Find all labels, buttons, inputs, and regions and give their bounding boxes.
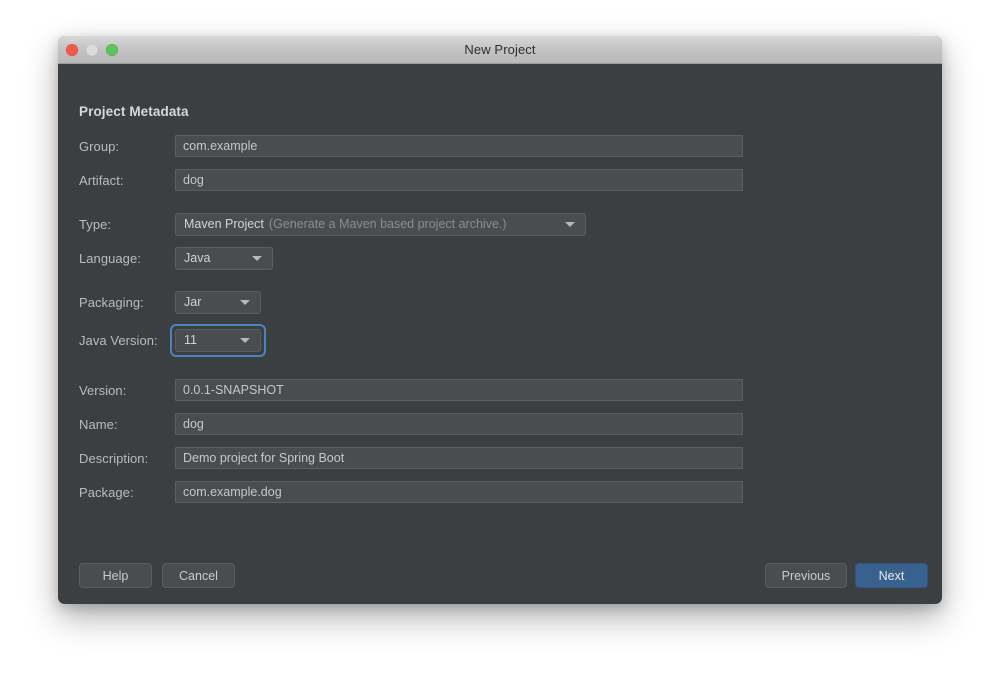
help-button[interactable]: Help <box>79 563 152 588</box>
page-title: Project Metadata <box>79 104 189 119</box>
type-hint: (Generate a Maven based project archive.… <box>269 217 507 231</box>
chevron-down-icon <box>240 300 250 305</box>
group-input[interactable]: com.example <box>175 135 743 157</box>
chevron-down-icon <box>252 256 262 261</box>
form-row-packaging: Packaging: Jar <box>79 290 921 314</box>
previous-button[interactable]: Previous <box>765 563 847 588</box>
artifact-label: Artifact: <box>79 173 175 188</box>
window-title: New Project <box>464 42 535 57</box>
form-row-java-version: Java Version: 11 <box>79 328 921 352</box>
description-label: Description: <box>79 451 175 466</box>
chevron-down-icon <box>240 338 250 343</box>
language-dropdown[interactable]: Java <box>175 247 273 270</box>
form-row-artifact: Artifact: dog <box>79 168 921 192</box>
minimize-window-icon[interactable] <box>86 44 98 56</box>
packaging-label: Packaging: <box>79 295 175 310</box>
java-version-focus-ring: 11 <box>170 324 266 357</box>
type-value: Maven Project <box>184 217 264 231</box>
maximize-window-icon[interactable] <box>106 44 118 56</box>
name-label: Name: <box>79 417 175 432</box>
form-row-name: Name: dog <box>79 412 921 436</box>
cancel-button[interactable]: Cancel <box>162 563 235 588</box>
language-label: Language: <box>79 251 175 266</box>
version-label: Version: <box>79 383 175 398</box>
window-title-bar: New Project <box>58 36 942 64</box>
window-controls <box>66 36 118 63</box>
type-label: Type: <box>79 217 175 232</box>
package-label: Package: <box>79 485 175 500</box>
form-row-description: Description: Demo project for Spring Boo… <box>79 446 921 470</box>
packaging-dropdown[interactable]: Jar <box>175 291 261 314</box>
form-row-group: Group: com.example <box>79 134 921 158</box>
chevron-down-icon <box>565 222 575 227</box>
dialog-footer: Help Cancel Previous Next <box>58 545 942 604</box>
artifact-input[interactable]: dog <box>175 169 743 191</box>
project-metadata-form: Group: com.example Artifact: dog Type: M… <box>79 134 921 504</box>
new-project-dialog: New Project Project Metadata Group: com.… <box>58 36 942 604</box>
form-row-type: Type: Maven Project (Generate a Maven ba… <box>79 212 921 236</box>
java-version-dropdown[interactable]: 11 <box>175 329 261 352</box>
version-input[interactable]: 0.0.1-SNAPSHOT <box>175 379 743 401</box>
dialog-body: Project Metadata Group: com.example Arti… <box>58 64 942 604</box>
package-input[interactable]: com.example.dog <box>175 481 743 503</box>
next-button[interactable]: Next <box>855 563 928 588</box>
form-row-version: Version: 0.0.1-SNAPSHOT <box>79 378 921 402</box>
close-window-icon[interactable] <box>66 44 78 56</box>
language-value: Java <box>184 251 210 265</box>
java-version-value: 11 <box>184 333 197 347</box>
type-dropdown[interactable]: Maven Project (Generate a Maven based pr… <box>175 213 586 236</box>
java-version-label: Java Version: <box>79 333 175 348</box>
description-input[interactable]: Demo project for Spring Boot <box>175 447 743 469</box>
form-row-language: Language: Java <box>79 246 921 270</box>
form-row-package: Package: com.example.dog <box>79 480 921 504</box>
group-label: Group: <box>79 139 175 154</box>
packaging-value: Jar <box>184 295 201 309</box>
name-input[interactable]: dog <box>175 413 743 435</box>
